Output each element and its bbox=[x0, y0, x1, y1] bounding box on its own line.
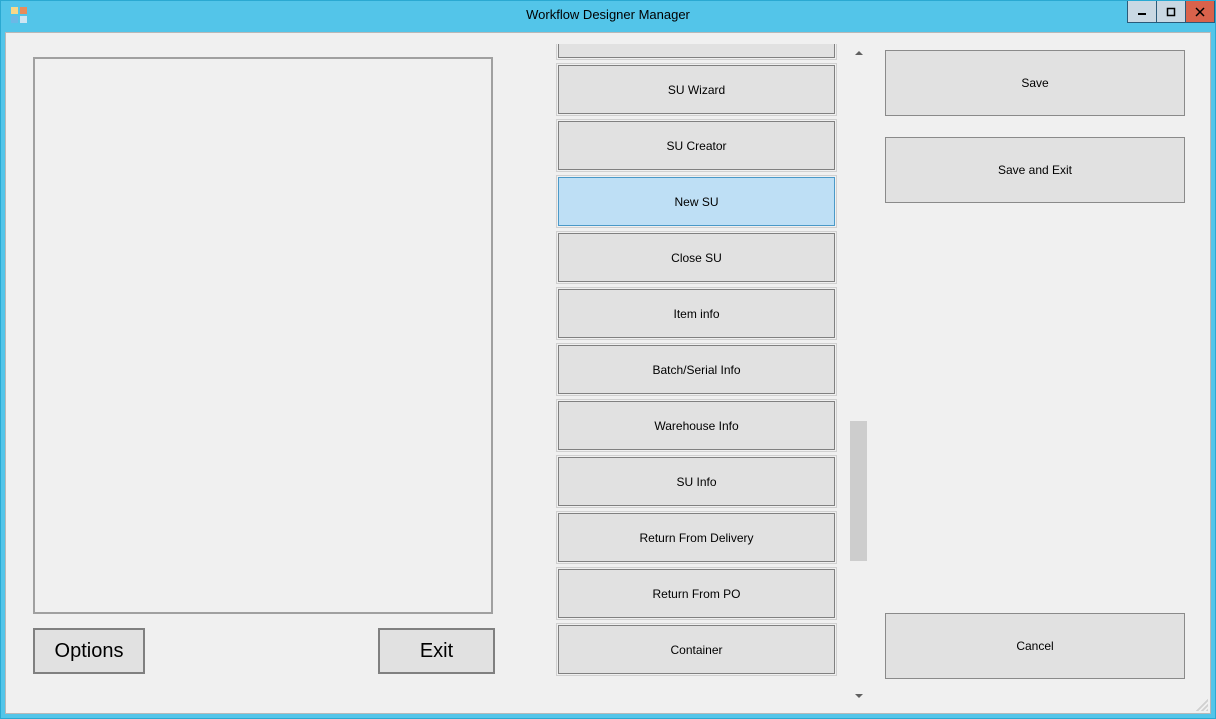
title-bar[interactable]: Workflow Designer Manager bbox=[1, 1, 1215, 28]
workflow-item-label: Item info bbox=[673, 307, 719, 321]
vertical-scrollbar[interactable] bbox=[850, 44, 867, 704]
workflow-item-label: Return From PO bbox=[652, 587, 740, 601]
workflow-item[interactable]: SU Creator bbox=[558, 121, 835, 170]
workflow-item-label: Warehouse Info bbox=[654, 419, 738, 433]
workflow-item[interactable]: Warehouse Info bbox=[558, 401, 835, 450]
workflow-item[interactable]: Container bbox=[558, 625, 835, 674]
workflow-item-label: SU Creator bbox=[666, 139, 726, 153]
scroll-up-button[interactable] bbox=[850, 44, 867, 61]
maximize-icon bbox=[1166, 7, 1176, 17]
save-and-exit-button-label: Save and Exit bbox=[998, 163, 1072, 177]
resize-grip[interactable] bbox=[1196, 699, 1208, 711]
workflow-item-label: SU Wizard bbox=[668, 83, 725, 97]
left-panel: Options Exit bbox=[24, 47, 504, 701]
workflow-list-panel: SU Wizard SU Creator New SU Close SU Item in… bbox=[543, 44, 867, 704]
cancel-button[interactable]: Cancel bbox=[885, 613, 1185, 679]
design-canvas[interactable] bbox=[33, 57, 493, 614]
cancel-button-label: Cancel bbox=[1016, 639, 1053, 653]
exit-button[interactable]: Exit bbox=[378, 628, 495, 674]
app-window: Workflow Designer Manager Options Exit bbox=[0, 0, 1216, 719]
workflow-item[interactable]: New SU bbox=[558, 177, 835, 226]
workflow-item-label: Close SU bbox=[671, 251, 722, 265]
workflow-item[interactable]: Item info bbox=[558, 289, 835, 338]
save-and-exit-button[interactable]: Save and Exit bbox=[885, 137, 1185, 203]
workflow-item-label: Return From Delivery bbox=[639, 531, 753, 545]
options-button[interactable]: Options bbox=[33, 628, 145, 674]
scroll-thumb[interactable] bbox=[850, 421, 867, 561]
save-button[interactable]: Save bbox=[885, 50, 1185, 116]
window-controls bbox=[1127, 1, 1215, 23]
workflow-item-label: New SU bbox=[674, 195, 718, 209]
workflow-item[interactable]: SU Wizard bbox=[558, 65, 835, 114]
scroll-down-button[interactable] bbox=[850, 687, 867, 704]
minimize-button[interactable] bbox=[1127, 1, 1157, 23]
workflow-list: SU Wizard SU Creator New SU Close SU Item in… bbox=[543, 44, 850, 674]
chevron-down-icon bbox=[855, 694, 863, 698]
exit-button-label: Exit bbox=[420, 640, 453, 663]
minimize-icon bbox=[1137, 7, 1147, 17]
workflow-item[interactable]: Return From PO bbox=[558, 569, 835, 618]
window-title: Workflow Designer Manager bbox=[1, 7, 1215, 22]
workflow-item-label: SU Info bbox=[676, 475, 716, 489]
maximize-button[interactable] bbox=[1156, 1, 1186, 23]
client-area: Options Exit SU Wizard SU Creator New SU Cl… bbox=[5, 32, 1211, 714]
workflow-item[interactable] bbox=[558, 44, 835, 58]
workflow-item[interactable]: SU Info bbox=[558, 457, 835, 506]
workflow-item-label: Batch/Serial Info bbox=[652, 363, 740, 377]
close-button[interactable] bbox=[1185, 1, 1215, 23]
workflow-item[interactable]: Batch/Serial Info bbox=[558, 345, 835, 394]
workflow-item[interactable]: Return From Delivery bbox=[558, 513, 835, 562]
workflow-item[interactable]: Close SU bbox=[558, 233, 835, 282]
options-button-label: Options bbox=[55, 640, 124, 663]
workflow-scroll-viewport: SU Wizard SU Creator New SU Close SU Item in… bbox=[543, 44, 850, 704]
save-button-label: Save bbox=[1021, 76, 1048, 90]
scroll-track[interactable] bbox=[850, 61, 867, 687]
workflow-item-label: Container bbox=[670, 643, 722, 657]
close-icon bbox=[1195, 7, 1205, 17]
chevron-up-icon bbox=[855, 51, 863, 55]
app-icon bbox=[11, 7, 27, 23]
